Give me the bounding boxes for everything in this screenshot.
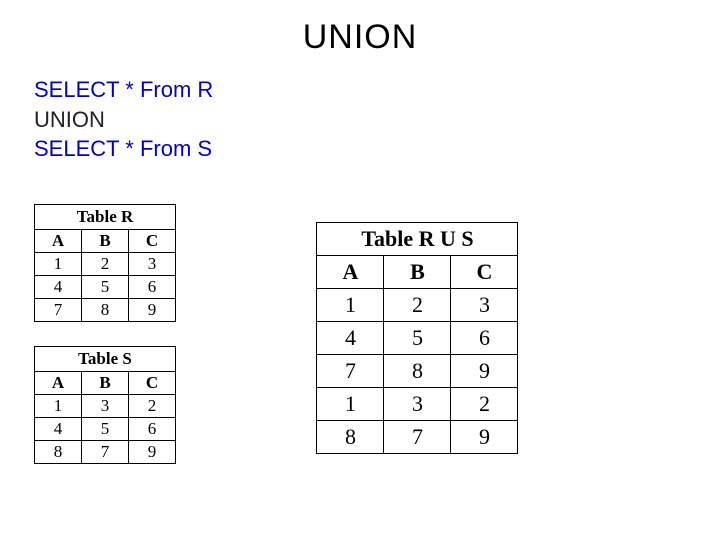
cell: 1	[317, 388, 384, 421]
cell: 2	[129, 395, 176, 418]
table-row: 1 3 2	[317, 388, 518, 421]
cell: 6	[129, 418, 176, 441]
table-rus: Table R U S A B C 1 2 3 4 5 6	[316, 222, 518, 454]
table-rus-caption: Table R U S	[316, 222, 518, 255]
cell: 5	[384, 322, 451, 355]
sql-query-block: SELECT * From R UNION SELECT * From S	[34, 75, 720, 164]
cell: 2	[451, 388, 518, 421]
page-title: UNION	[0, 18, 720, 57]
table-r: Table R A B C 1 2 3 4 5 6	[34, 204, 176, 322]
table-row: A B C	[35, 372, 176, 395]
cell: 4	[35, 418, 82, 441]
col-header: A	[317, 256, 384, 289]
table-row: 7 8 9	[35, 299, 176, 322]
sql-line-2: UNION	[34, 105, 720, 135]
cell: 9	[129, 299, 176, 322]
cell: 3	[384, 388, 451, 421]
cell: 4	[35, 276, 82, 299]
table-row: 4 5 6	[317, 322, 518, 355]
cell: 2	[384, 289, 451, 322]
cell: 4	[317, 322, 384, 355]
cell: 2	[82, 253, 129, 276]
cell: 1	[35, 395, 82, 418]
cell: 7	[35, 299, 82, 322]
table-s-caption: Table S	[34, 346, 176, 371]
col-header: C	[451, 256, 518, 289]
col-header: C	[129, 372, 176, 395]
table-row: 4 5 6	[35, 418, 176, 441]
table-row: 1 3 2	[35, 395, 176, 418]
cell: 8	[35, 441, 82, 464]
table-row: A B C	[35, 230, 176, 253]
cell: 1	[317, 289, 384, 322]
col-header: A	[35, 372, 82, 395]
cell: 7	[384, 421, 451, 454]
table-r-caption: Table R	[34, 204, 176, 229]
cell: 3	[82, 395, 129, 418]
cell: 8	[82, 299, 129, 322]
cell: 5	[82, 276, 129, 299]
cell: 9	[451, 355, 518, 388]
cell: 6	[129, 276, 176, 299]
cell: 1	[35, 253, 82, 276]
sql-line-3: SELECT * From S	[34, 134, 720, 164]
table-row: 7 8 9	[317, 355, 518, 388]
col-header: C	[129, 230, 176, 253]
table-row: A B C	[317, 256, 518, 289]
cell: 5	[82, 418, 129, 441]
cell: 7	[82, 441, 129, 464]
cell: 8	[317, 421, 384, 454]
table-row: 1 2 3	[35, 253, 176, 276]
cell: 3	[451, 289, 518, 322]
col-header: B	[82, 372, 129, 395]
col-header: B	[384, 256, 451, 289]
table-row: 4 5 6	[35, 276, 176, 299]
cell: 6	[451, 322, 518, 355]
table-s: Table S A B C 1 3 2 4 5 6	[34, 346, 176, 464]
col-header: B	[82, 230, 129, 253]
cell: 8	[384, 355, 451, 388]
cell: 9	[129, 441, 176, 464]
cell: 9	[451, 421, 518, 454]
cell: 3	[129, 253, 176, 276]
col-header: A	[35, 230, 82, 253]
cell: 7	[317, 355, 384, 388]
table-row: 8 7 9	[317, 421, 518, 454]
sql-line-1: SELECT * From R	[34, 75, 720, 105]
table-row: 8 7 9	[35, 441, 176, 464]
table-row: 1 2 3	[317, 289, 518, 322]
